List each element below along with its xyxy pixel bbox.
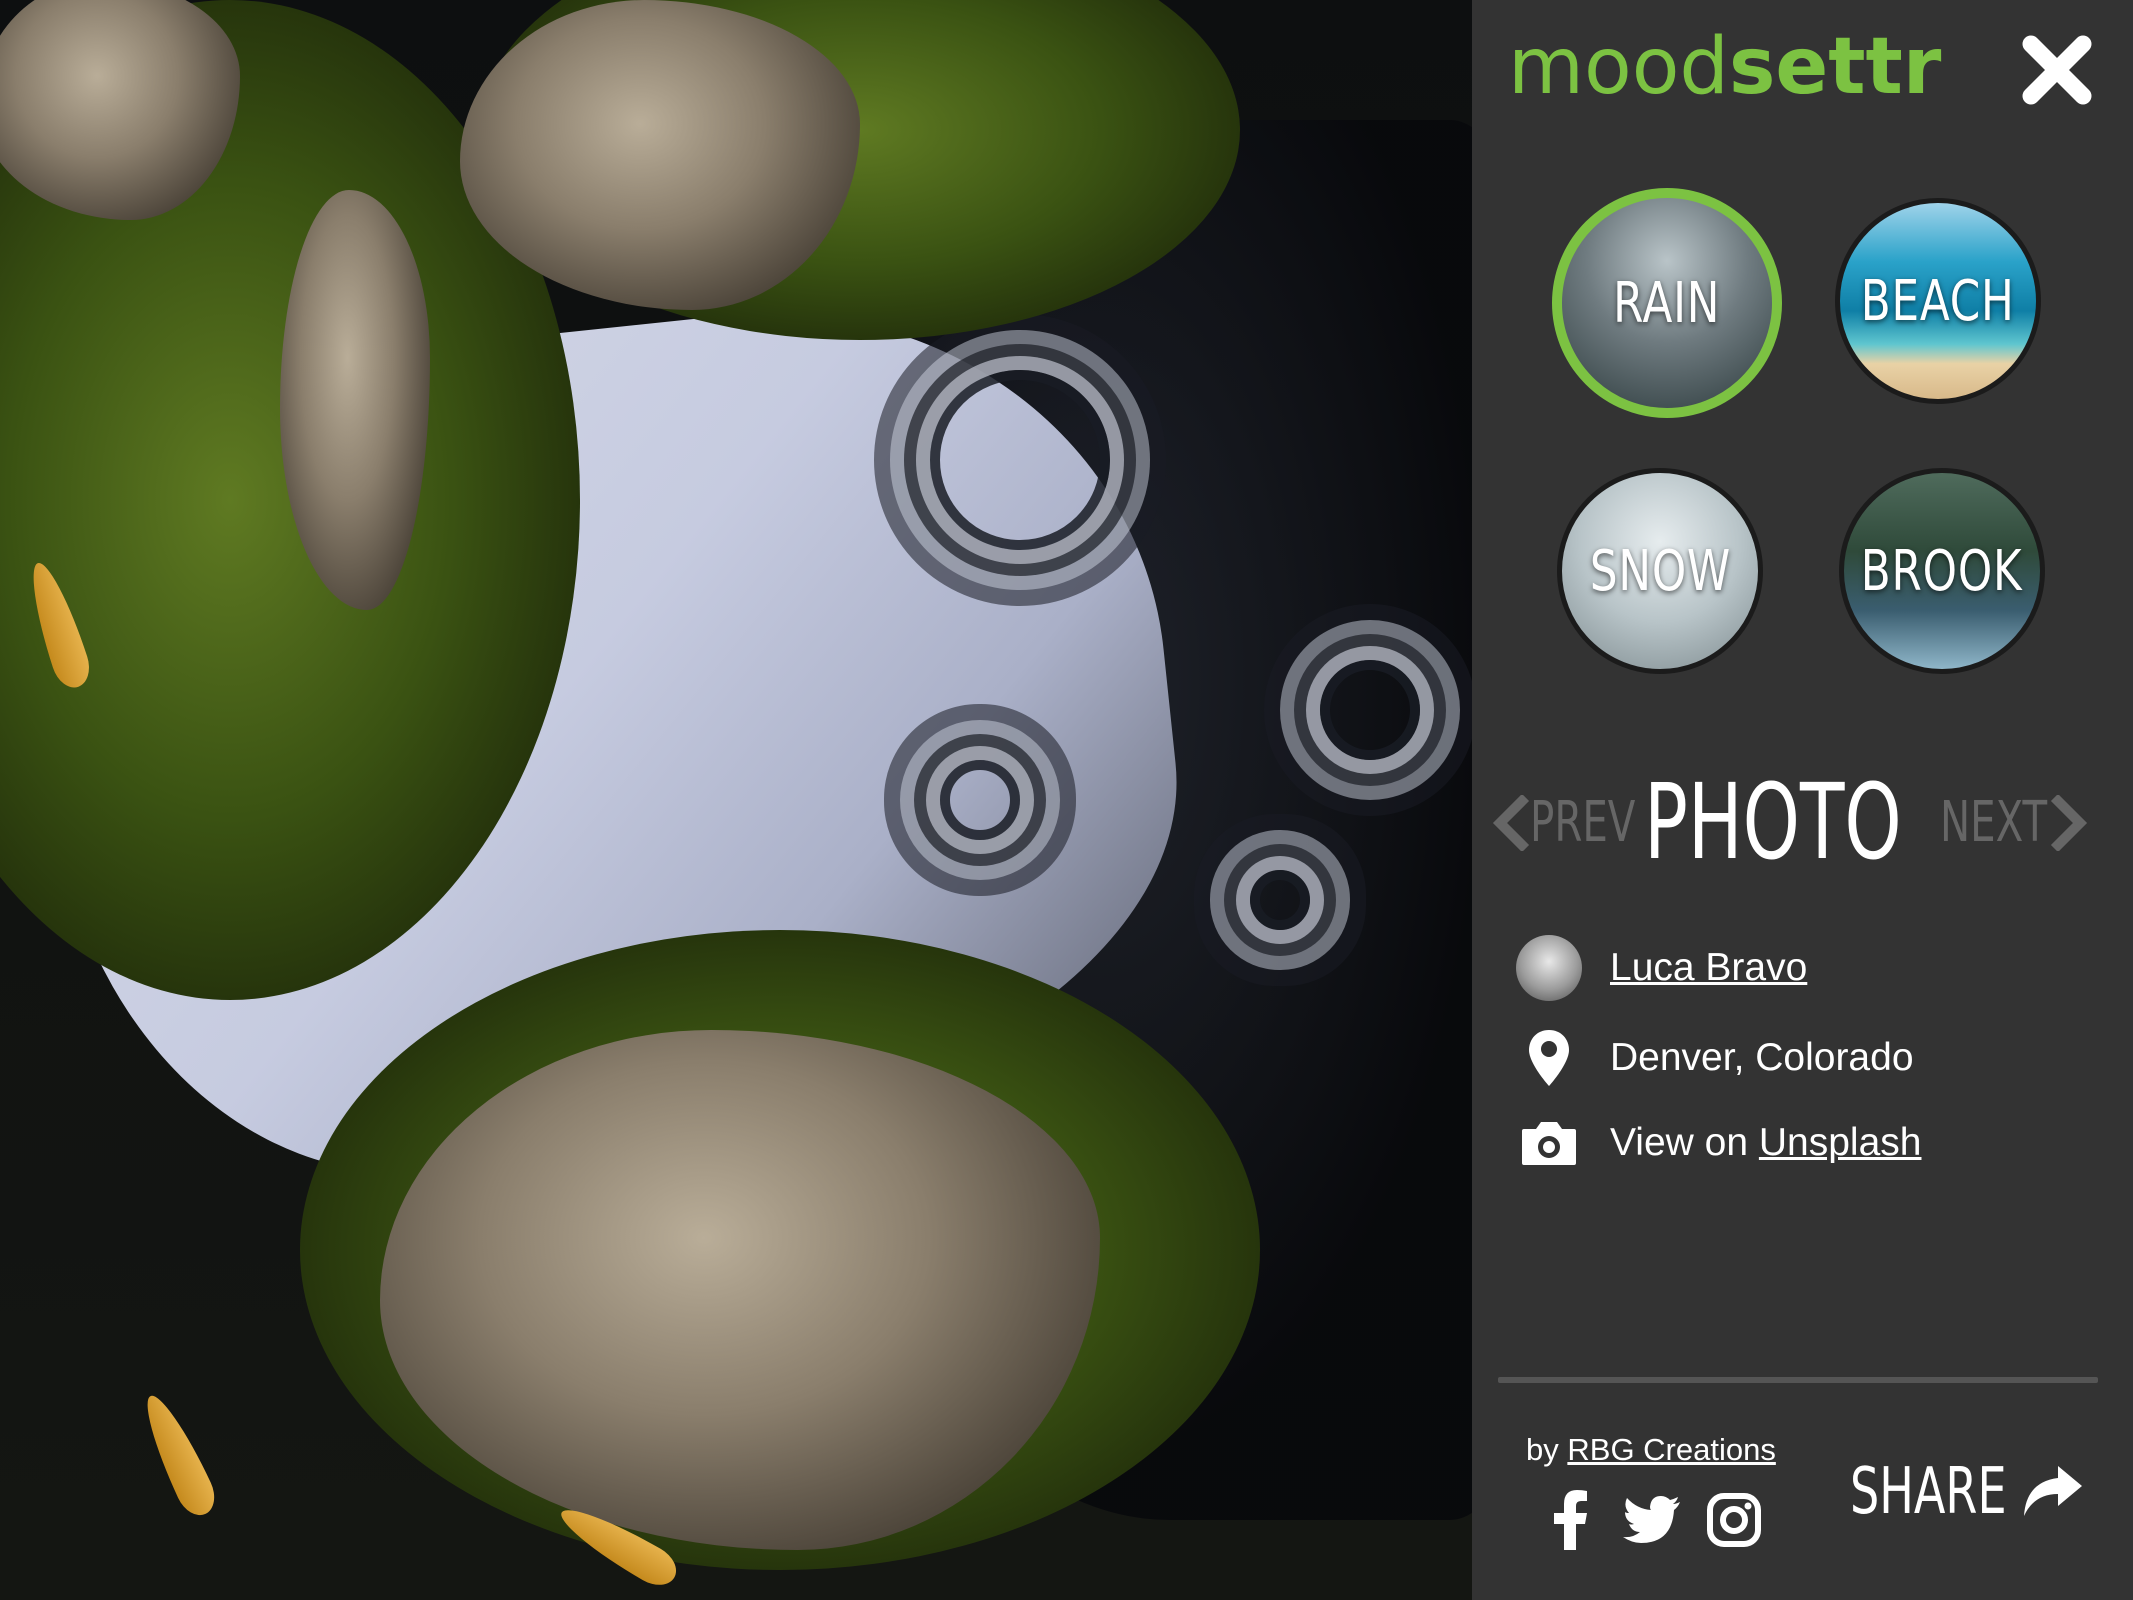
- author-row: Luca Bravo: [1516, 935, 1807, 1001]
- location-pin-icon: [1516, 1025, 1582, 1091]
- ripple: [940, 760, 1020, 840]
- close-button[interactable]: [2017, 30, 2097, 110]
- facebook-icon[interactable]: [1540, 1490, 1600, 1550]
- mood-snow-button[interactable]: SNOW: [1557, 468, 1763, 674]
- mood-label: SNOW: [1589, 538, 1731, 604]
- unsplash-link[interactable]: Unsplash: [1759, 1121, 1922, 1165]
- author-link[interactable]: Luca Bravo: [1610, 946, 1807, 990]
- ripple: [930, 370, 1110, 550]
- section-title: PHOTO: [1644, 761, 1902, 883]
- mood-label: RAIN: [1613, 270, 1721, 336]
- mood-brook-button[interactable]: BROOK: [1839, 468, 2045, 674]
- mood-rain-button[interactable]: RAIN: [1552, 188, 1782, 418]
- app-logo: moodsettr: [1508, 28, 1941, 106]
- close-icon: [2022, 35, 2092, 105]
- location-row: Denver, Colorado: [1516, 1025, 1914, 1091]
- chevron-left-icon: [1492, 794, 1530, 851]
- twitter-icon[interactable]: [1622, 1490, 1682, 1550]
- view-on-text: View on: [1610, 1121, 1749, 1164]
- share-button[interactable]: SHARE: [1850, 1455, 2084, 1529]
- prev-label: PREV: [1530, 790, 1636, 855]
- instagram-icon[interactable]: [1704, 1490, 1764, 1550]
- avatar: [1516, 935, 1582, 1001]
- share-label: SHARE: [1850, 1455, 2007, 1529]
- author-avatar: [1516, 935, 1582, 1001]
- share-arrow-icon: [2024, 1466, 2082, 1516]
- logo-settr-text: settr: [1728, 22, 1942, 112]
- camera-icon: [1516, 1110, 1582, 1176]
- next-label: NEXT: [1940, 790, 2048, 855]
- creator-credit: by RBG Creations: [1526, 1432, 1776, 1468]
- divider: [1498, 1377, 2098, 1383]
- leaf: [134, 1388, 222, 1522]
- ripple: [1320, 660, 1420, 760]
- mood-label: BEACH: [1861, 268, 2015, 334]
- mood-beach-button[interactable]: BEACH: [1835, 198, 2041, 404]
- logo-mood-text: mood: [1508, 22, 1729, 112]
- creator-link[interactable]: RBG Creations: [1567, 1432, 1775, 1467]
- next-photo-link[interactable]: NEXT: [1940, 790, 2090, 855]
- photo-navigation: PREV PHOTO NEXT: [1490, 770, 2120, 880]
- unsplash-row: View on Unsplash: [1516, 1110, 1921, 1176]
- mood-label: BROOK: [1861, 538, 2023, 604]
- background-photo: [0, 0, 1472, 1600]
- by-text: by: [1526, 1432, 1559, 1467]
- side-panel: moodsettr RAIN BEACH SNOW BROOK PREV PHO…: [1472, 0, 2133, 1600]
- social-links: [1540, 1490, 1786, 1550]
- chevron-right-icon: [2050, 794, 2088, 851]
- location-text: Denver, Colorado: [1610, 1036, 1914, 1079]
- ripple: [1250, 870, 1310, 930]
